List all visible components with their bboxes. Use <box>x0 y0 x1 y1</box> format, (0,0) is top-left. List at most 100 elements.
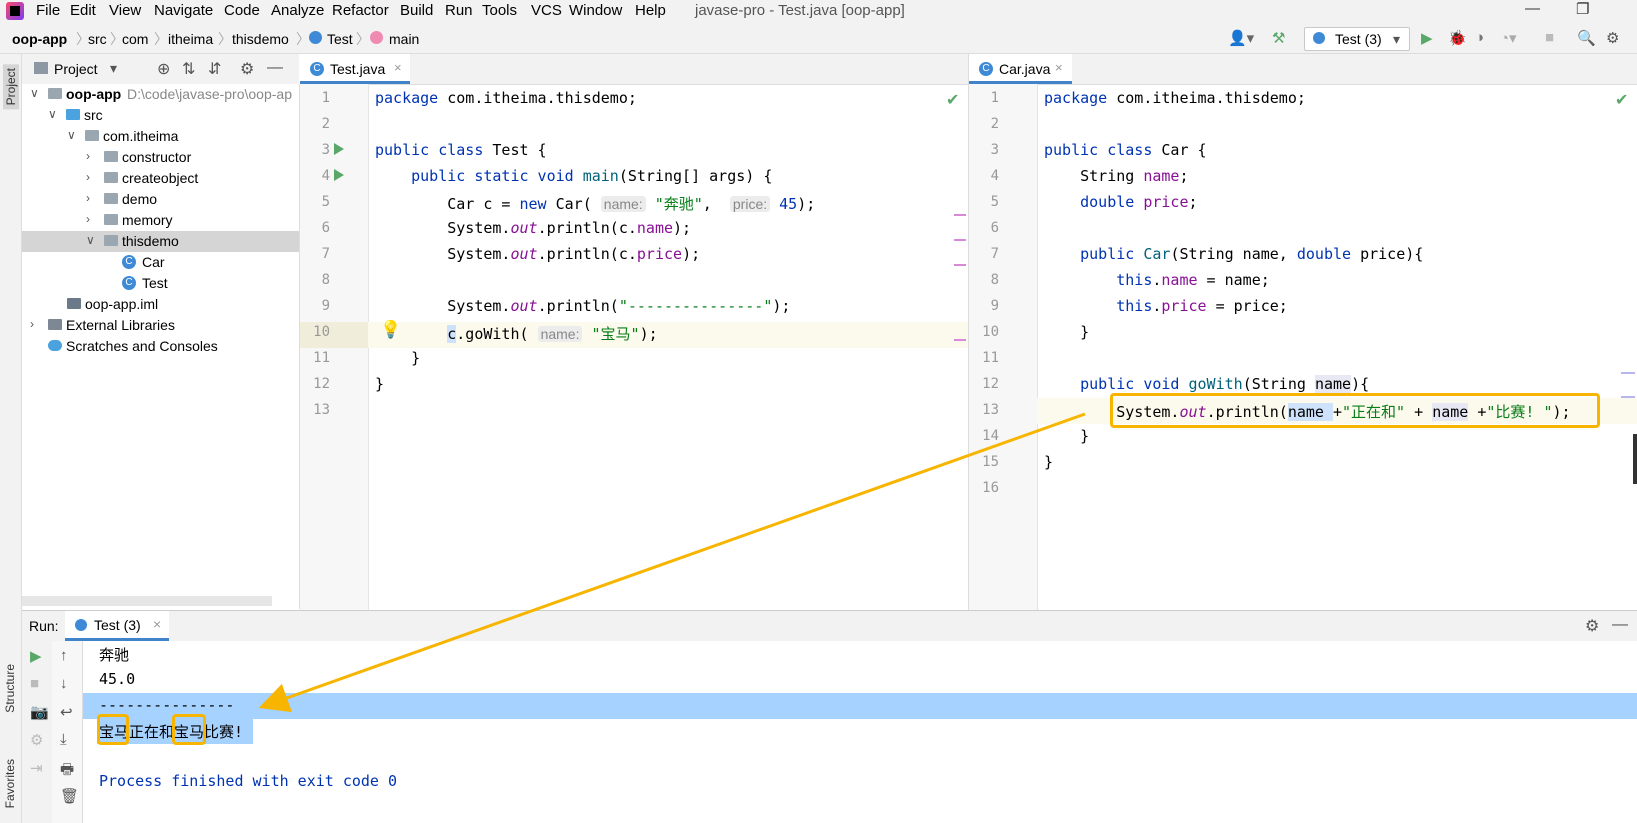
run-icon[interactable]: ▶ <box>1421 29 1433 47</box>
menu-navigate[interactable]: Navigate <box>154 2 213 19</box>
console-output[interactable]: 奔驰 45.0 --------------- 宝马正在和宝马比赛! Proce… <box>83 641 1637 823</box>
console-line: 45.0 <box>99 670 136 688</box>
tree-item-external-libraries[interactable]: › External Libraries <box>22 315 299 336</box>
user-icon[interactable]: 👤▾ <box>1228 29 1254 47</box>
code-line: this.name = name; <box>1116 271 1270 289</box>
chevron-down-icon[interactable]: ∨ <box>67 128 76 142</box>
menu-edit[interactable]: Edit <box>70 2 96 19</box>
source-folder-icon <box>66 109 80 120</box>
iml-file-icon <box>67 298 81 309</box>
breadcrumb-main[interactable]: main <box>389 31 419 47</box>
check-icon: ✔ <box>1615 92 1629 109</box>
breadcrumb-project[interactable]: oop-app <box>12 31 67 47</box>
soft-wrap-icon[interactable]: ↩ <box>60 703 73 721</box>
tree-item-demo[interactable]: › demo <box>22 189 299 210</box>
menu-window[interactable]: Window <box>569 2 622 19</box>
project-tool-tab[interactable]: Project <box>3 64 19 110</box>
menu-build[interactable]: Build <box>400 2 433 19</box>
settings-gear-icon[interactable]: ⚙ <box>1606 29 1619 47</box>
chevron-down-icon[interactable]: ∨ <box>86 233 95 247</box>
run-config-dropdown[interactable]: Test (3) ▾ <box>1304 27 1410 51</box>
tree-item-oop-app[interactable]: ∨ oop-app D:\code\javase-pro\oop-ap <box>22 84 299 105</box>
camera-icon[interactable]: 📷 <box>30 703 49 721</box>
chevron-right-icon[interactable]: › <box>30 317 34 331</box>
coverage-icon[interactable]: ◑ <box>1475 29 1484 46</box>
menu-run[interactable]: Run <box>445 2 473 19</box>
chevron-right-icon[interactable]: › <box>86 170 90 184</box>
run-tab[interactable]: Test (3) × <box>65 611 169 641</box>
stop-icon[interactable]: ■ <box>30 675 39 692</box>
project-view-icon <box>34 62 48 74</box>
menu-analyze[interactable]: Analyze <box>271 2 324 19</box>
scroll-to-end-icon[interactable]: ⤓ <box>60 731 67 748</box>
collapse-all-icon[interactable]: ⇵ <box>208 59 221 79</box>
tree-item-scratches[interactable]: Scratches and Consoles <box>22 336 299 357</box>
expand-all-icon[interactable]: ⇅ <box>182 59 195 79</box>
trash-icon[interactable]: 🗑 <box>60 787 79 805</box>
hide-panel-icon[interactable]: — <box>267 59 283 77</box>
favorites-tool-tab[interactable]: Favorites <box>3 759 17 808</box>
arrow-down-icon[interactable]: ↓ <box>60 675 68 692</box>
search-icon[interactable]: 🔍 <box>1577 29 1596 47</box>
close-icon[interactable]: × <box>153 616 161 632</box>
structure-tool-tab[interactable]: Structure <box>3 664 17 713</box>
menu-file[interactable]: File <box>36 2 60 19</box>
breadcrumb-com[interactable]: com <box>122 31 148 47</box>
menu-tools[interactable]: Tools <box>482 2 517 19</box>
tree-item-thisdemo[interactable]: ∨ thisdemo <box>22 231 299 252</box>
console-line: --------------- <box>99 696 235 714</box>
arrow-up-icon[interactable]: ↑ <box>60 647 68 664</box>
tab-test-java[interactable]: C Test.java × <box>300 54 410 84</box>
chevron-right-icon[interactable]: › <box>86 212 90 226</box>
stop-icon[interactable]: ■ <box>1545 29 1554 46</box>
breadcrumb-src[interactable]: src <box>88 31 107 47</box>
tab-label: Car.java <box>999 61 1051 77</box>
hide-panel-icon[interactable]: — <box>1612 616 1628 634</box>
vertical-scrollbar[interactable] <box>1633 434 1637 484</box>
tree-item-com-itheima[interactable]: ∨ com.itheima <box>22 126 299 147</box>
rerun-icon[interactable]: ▶ <box>30 647 42 665</box>
menu-help[interactable]: Help <box>635 2 666 19</box>
minimize-icon[interactable]: — <box>1525 0 1540 17</box>
breadcrumb-thisdemo[interactable]: thisdemo <box>232 31 289 47</box>
tree-item-memory[interactable]: › memory <box>22 210 299 231</box>
tree-item-createobject[interactable]: › createobject <box>22 168 299 189</box>
locate-icon[interactable]: ⊕ <box>157 59 170 79</box>
settings-gear-icon[interactable]: ⚙ <box>240 59 254 79</box>
tree-item-test[interactable]: C Test <box>22 273 299 294</box>
tree-item-src[interactable]: ∨ src <box>22 105 299 126</box>
project-view-selector[interactable]: Project <box>54 61 98 77</box>
line-number: 13 <box>313 402 330 418</box>
breadcrumb-itheima[interactable]: itheima <box>168 31 213 47</box>
chevron-down-icon[interactable]: ∨ <box>48 107 57 121</box>
run-gutter-icon[interactable] <box>334 143 344 155</box>
run-panel-label: Run: <box>29 618 59 634</box>
menu-code[interactable]: Code <box>224 2 260 19</box>
package-icon <box>85 130 99 141</box>
tree-item-iml[interactable]: oop-app.iml <box>22 294 299 315</box>
menu-vcs[interactable]: VCS <box>531 2 562 19</box>
close-icon[interactable]: × <box>394 60 402 75</box>
print-icon[interactable]: 🖶 <box>60 759 74 784</box>
menu-refactor[interactable]: Refactor <box>332 2 389 19</box>
line-number: 9 <box>321 298 330 314</box>
debug-icon[interactable]: 🐞 <box>1448 29 1467 47</box>
restore-icon[interactable]: ❐ <box>1576 0 1589 18</box>
chevron-right-icon[interactable]: › <box>86 149 90 163</box>
menu-view[interactable]: View <box>109 2 141 19</box>
chevron-down-icon[interactable]: ∨ <box>30 86 39 100</box>
tree-item-car[interactable]: C Car <box>22 252 299 273</box>
close-icon[interactable]: × <box>1055 60 1063 75</box>
profile-icon[interactable]: ◔▾ <box>1500 29 1517 47</box>
horizontal-scrollbar[interactable] <box>22 596 272 606</box>
exit-icon[interactable]: ⇥ <box>30 759 43 777</box>
run-gutter-icon[interactable] <box>334 169 344 181</box>
settings-gear-icon[interactable]: ⚙ <box>30 731 43 749</box>
settings-gear-icon[interactable]: ⚙ <box>1585 616 1599 636</box>
breadcrumb-test[interactable]: Test <box>327 31 353 47</box>
chevron-down-icon[interactable]: ▾ <box>110 60 117 77</box>
build-hammer-icon[interactable]: ⚒ <box>1272 29 1285 47</box>
tab-car-java[interactable]: C Car.java × <box>969 54 1072 84</box>
chevron-right-icon[interactable]: › <box>86 191 90 205</box>
tree-item-constructor[interactable]: › constructor <box>22 147 299 168</box>
